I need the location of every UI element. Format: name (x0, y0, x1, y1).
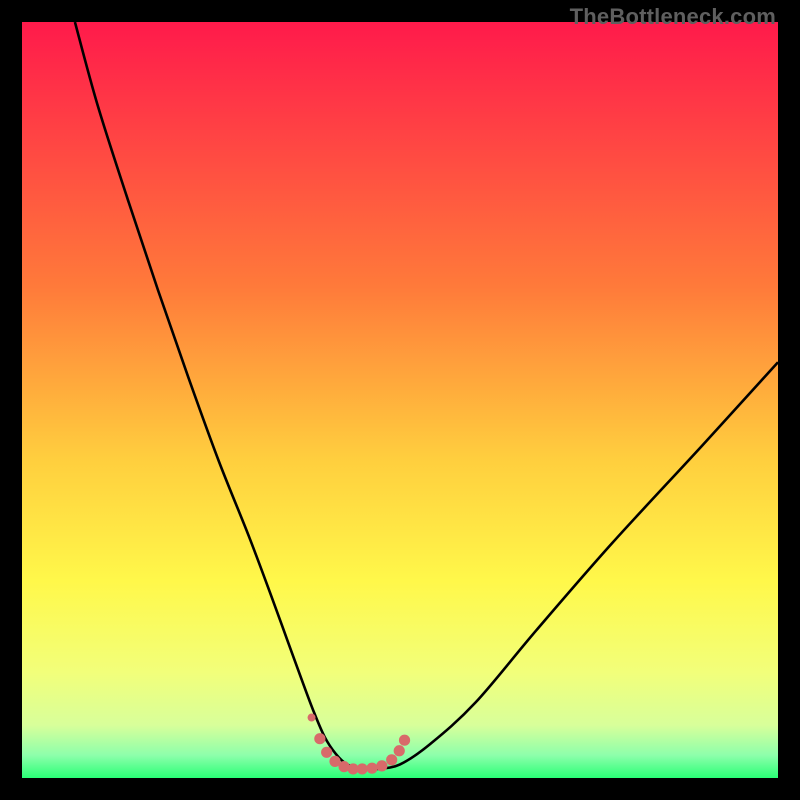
trough-dot (314, 733, 325, 744)
trough-dot (376, 760, 387, 771)
trough-dot (386, 754, 397, 765)
trough-dot (394, 745, 405, 756)
watermark-text: TheBottleneck.com (570, 4, 776, 30)
trough-dot (357, 763, 368, 774)
trough-dot (399, 735, 410, 746)
trough-dot (321, 747, 332, 758)
gradient-background (22, 22, 778, 778)
chart-frame: TheBottleneck.com (0, 0, 800, 800)
trough-dot (366, 763, 377, 774)
plot-area (22, 22, 778, 778)
trough-dot (308, 714, 316, 722)
bottleneck-chart (22, 22, 778, 778)
